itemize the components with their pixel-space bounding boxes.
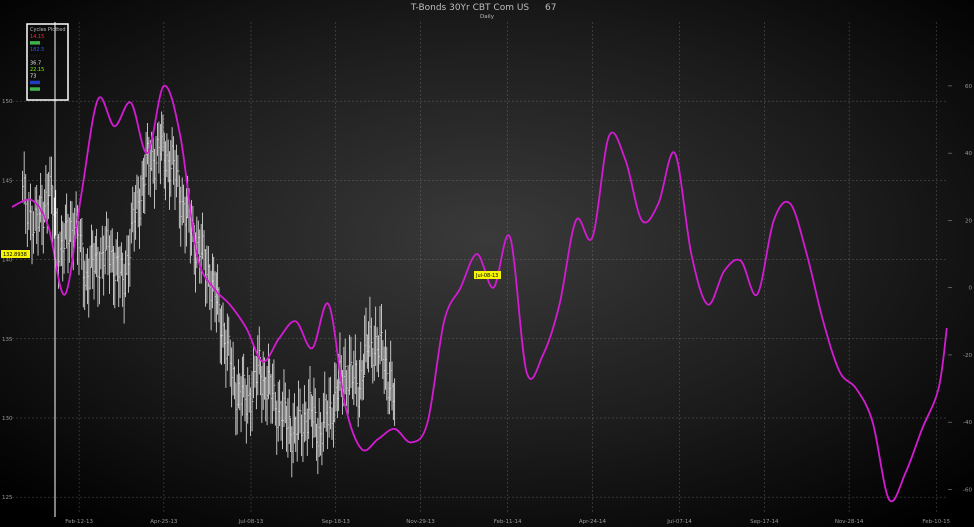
date-label-text: Jul-08-13 [475, 273, 498, 279]
legend-entry: 182.5 [30, 47, 44, 53]
chart-subtitle: Daily [480, 14, 495, 20]
price-label-badge: 132.8938 [1, 250, 30, 258]
left-tick-label: 140 [2, 258, 13, 264]
x-tick-label: Jul-07-14 [666, 519, 692, 525]
legend-swatch [30, 87, 40, 91]
legend-swatch [30, 41, 40, 45]
chart-canvas: Feb-12-13 Apr-25-13 Jul-08-13 Sep-18-13 Nov-… [0, 0, 974, 527]
left-tick-label: 130 [2, 416, 13, 422]
legend-entry: 14.15 [30, 34, 44, 40]
x-tick-label: Nov-29-13 [406, 519, 435, 525]
right-tick-label: 40 [965, 151, 972, 157]
left-tick-label: 150 [2, 99, 13, 105]
right-tick-label: 60 [965, 84, 972, 90]
right-tick-label: -40 [963, 420, 972, 426]
left-tick-label: 135 [2, 337, 13, 343]
x-tick-label: Sep-17-14 [750, 519, 779, 525]
x-tick-label: Apr-25-13 [150, 519, 178, 525]
chart-title: T-Bonds 30Yr CBT Com US [410, 3, 530, 13]
chart-title-value: 67 [545, 3, 556, 13]
legend-swatch [30, 80, 40, 85]
right-tick-label: 20 [965, 218, 972, 224]
legend-entry: 73 [30, 74, 36, 80]
x-tick-label: Jul-08-13 [238, 519, 264, 525]
date-label-badge: Jul-08-13 [474, 271, 501, 279]
x-tick-label: Apr-24-14 [579, 519, 607, 525]
chart-panel: Feb-12-13 Apr-25-13 Jul-08-13 Sep-18-13 Nov-… [0, 0, 974, 527]
legend-entry: 22.15 [30, 67, 44, 73]
left-tick-label: 125 [2, 495, 13, 501]
right-tick-label: 0 [969, 286, 973, 292]
x-tick-label: Feb-10-15 [922, 519, 950, 525]
chart-background [0, 0, 974, 527]
x-tick-label: Feb-12-13 [65, 519, 93, 525]
legend-entry: 36.7 [30, 60, 41, 66]
x-tick-label: Sep-18-13 [322, 519, 351, 525]
legend-swatch [30, 54, 40, 58]
right-tick-label: -60 [963, 487, 972, 493]
right-tick-label: -20 [963, 353, 972, 359]
legend-title: Cycles Plotted [30, 27, 66, 33]
price-label-text: 132.8938 [3, 252, 27, 258]
x-tick-label: Nov-28-14 [835, 519, 864, 525]
x-tick-label: Feb-11-14 [494, 519, 522, 525]
left-tick-label: 145 [2, 178, 13, 184]
